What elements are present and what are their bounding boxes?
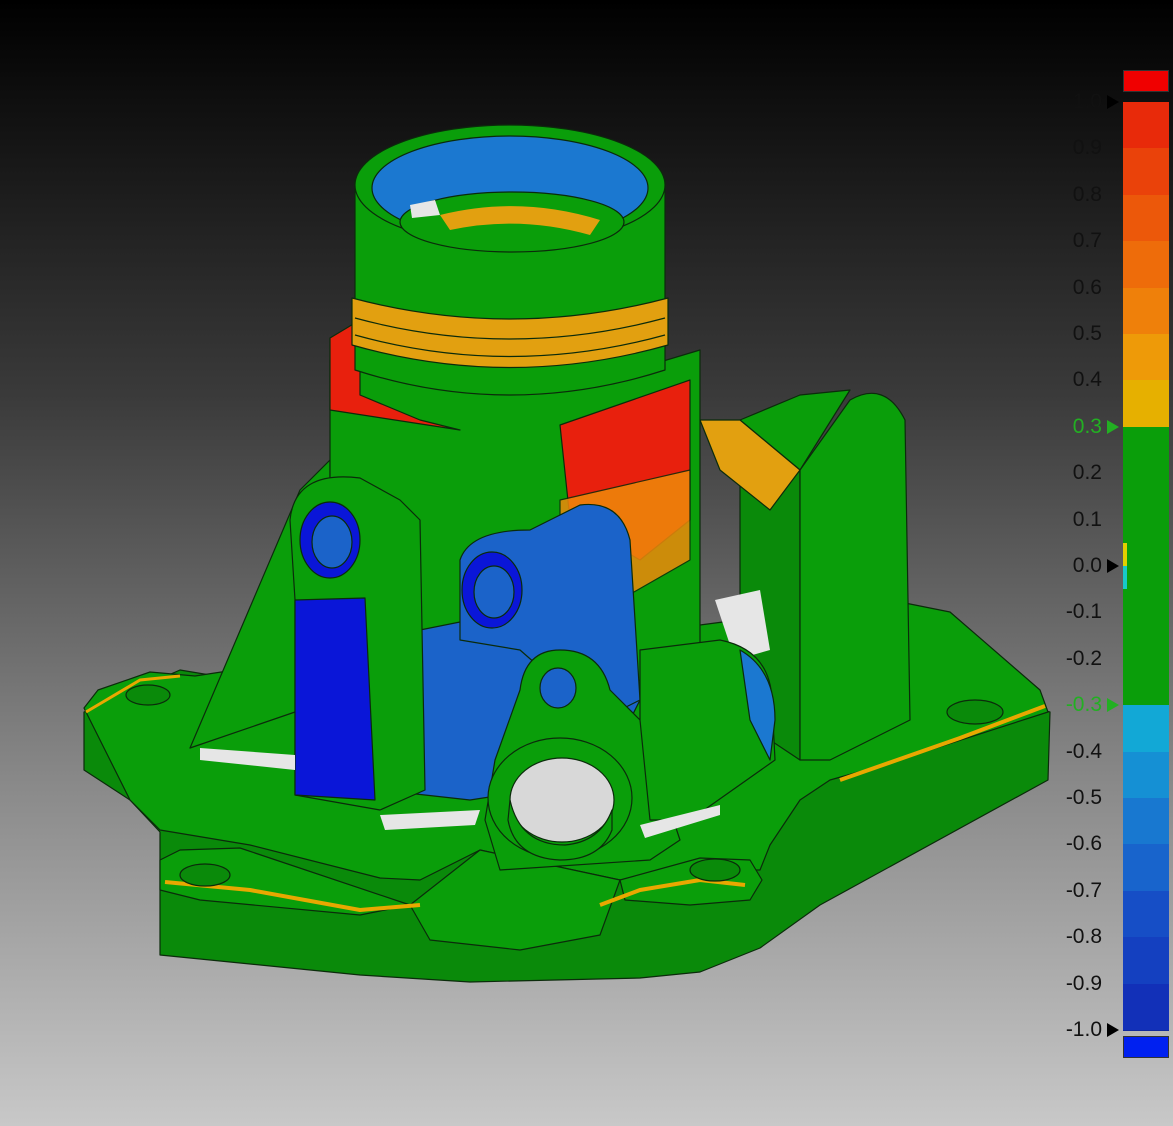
scale-tick-label: 0.6 <box>1072 275 1102 299</box>
scale-tick-label: 1.0 <box>1072 90 1102 113</box>
scale-tick-label: -0.1 <box>1065 600 1102 624</box>
over-range-swatch <box>1123 70 1169 92</box>
bolt-hole-bottom-left <box>179 863 231 887</box>
tolerance-marker-icon[interactable] <box>1107 698 1119 713</box>
bolt-hole-bottom-right <box>689 858 741 882</box>
3d-deviation-viewport[interactable] <box>0 0 1173 1126</box>
cast-housing-part[interactable] <box>83 124 1051 983</box>
scale-tick-label: -0.4 <box>1065 739 1102 763</box>
scale-tick-label: -0.7 <box>1065 878 1102 902</box>
lug-middle-hole-inner <box>473 565 515 619</box>
scale-tick-label: -0.6 <box>1065 832 1102 856</box>
lug-left-hole-inner <box>311 515 353 569</box>
color-band <box>1123 287 1169 335</box>
scale-tick-label: -0.2 <box>1065 646 1102 670</box>
scale-tick-label: 0.4 <box>1072 368 1102 392</box>
scale-tick-label: 0.7 <box>1072 229 1102 253</box>
color-band <box>1123 937 1169 985</box>
zero-marker-below <box>1123 566 1127 590</box>
color-band <box>1123 751 1169 799</box>
scale-tick-label: 0.8 <box>1072 182 1102 206</box>
scale-marker-icon[interactable] <box>1107 95 1119 109</box>
scale-tick-label: -0.5 <box>1065 786 1102 809</box>
scale-tick-label: -1.0 <box>1065 1018 1102 1041</box>
right-boss <box>799 392 911 761</box>
color-band <box>1123 798 1169 846</box>
color-band <box>1123 705 1169 753</box>
color-band <box>1123 241 1169 289</box>
scale-tick-label: -0.3 <box>1065 693 1102 717</box>
scale-tick-label: 0.0 <box>1072 554 1102 577</box>
deviation-color-scale: 1.0 0.9 0.8 0.7 0.6 0.5 0.4 0.3 0.2 0.1 0.0 -0.1 -0.… <box>1050 60 1173 1070</box>
scale-tick-label: 0.3 <box>1072 414 1102 438</box>
lever-small-hole[interactable] <box>539 667 577 709</box>
bolt-hole-left <box>125 684 171 706</box>
scale-tick-label: -0.8 <box>1065 925 1102 949</box>
color-band <box>1123 334 1169 382</box>
bolt-hole-right <box>946 699 1004 725</box>
scale-marker-icon[interactable] <box>1107 1023 1119 1037</box>
scale-tick-label: -0.9 <box>1065 971 1102 995</box>
color-band <box>1123 983 1169 1031</box>
scale-tick-label: 0.9 <box>1072 136 1102 160</box>
zero-marker-above <box>1123 542 1127 566</box>
color-band <box>1123 380 1169 428</box>
color-band <box>1123 890 1169 939</box>
color-band <box>1123 844 1169 892</box>
scale-tick-label: 0.1 <box>1072 507 1102 531</box>
color-band <box>1123 426 1169 567</box>
lever-large-bore[interactable] <box>509 757 615 843</box>
tolerance-marker-icon[interactable] <box>1107 419 1119 434</box>
color-band <box>1123 566 1169 707</box>
color-band <box>1123 148 1169 196</box>
lug-left-blue-face <box>294 597 376 801</box>
color-band <box>1123 102 1169 150</box>
under-range-swatch <box>1123 1036 1169 1058</box>
color-band <box>1123 194 1169 243</box>
scale-tick-label: 0.5 <box>1072 322 1102 345</box>
scale-tick-label: 0.2 <box>1072 461 1102 485</box>
scale-marker-icon[interactable] <box>1107 559 1119 573</box>
